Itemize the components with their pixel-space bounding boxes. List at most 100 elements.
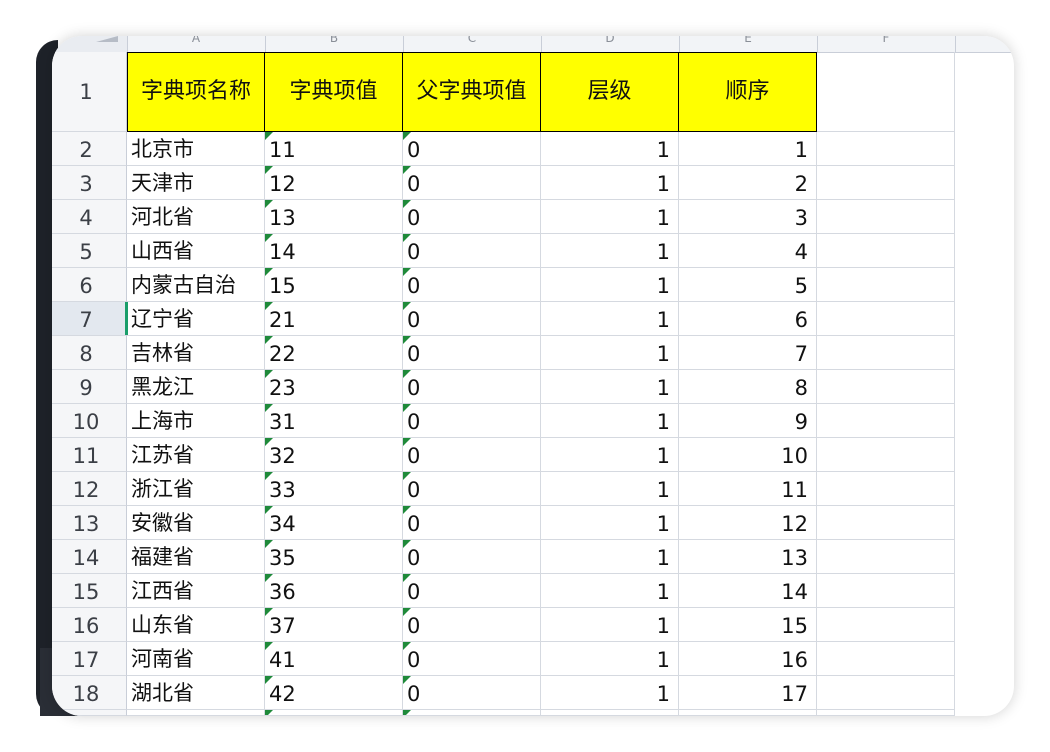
cell-value[interactable]: 37: [265, 608, 403, 642]
empty-cell[interactable]: [817, 234, 955, 268]
empty-cell[interactable]: [265, 710, 403, 716]
cell-parent-value[interactable]: 0: [403, 370, 541, 404]
empty-cell[interactable]: [817, 166, 955, 200]
header-cell-1[interactable]: 字典项名称: [127, 52, 265, 132]
cell-order[interactable]: 1: [679, 132, 817, 166]
cell-order[interactable]: 6: [679, 302, 817, 336]
cell-value[interactable]: 41: [265, 642, 403, 676]
row-header[interactable]: 10: [52, 404, 127, 438]
empty-cell[interactable]: [817, 642, 955, 676]
empty-cell[interactable]: [541, 710, 679, 716]
cell-name[interactable]: 福建省: [127, 540, 265, 574]
cell-level[interactable]: 1: [541, 506, 679, 540]
empty-cell[interactable]: [817, 132, 955, 166]
empty-cell[interactable]: [817, 200, 955, 234]
cell-order[interactable]: 10: [679, 438, 817, 472]
cell-value[interactable]: 31: [265, 404, 403, 438]
cell-name[interactable]: 安徽省: [127, 506, 265, 540]
row-header[interactable]: 4: [52, 200, 127, 234]
cell-name[interactable]: 湖北省: [127, 676, 265, 710]
cell-parent-value[interactable]: 0: [403, 676, 541, 710]
cell-level[interactable]: 1: [541, 404, 679, 438]
row-header[interactable]: 8: [52, 336, 127, 370]
cell-level[interactable]: 1: [541, 642, 679, 676]
cell-order[interactable]: 5: [679, 268, 817, 302]
cell-name[interactable]: 河北省: [127, 200, 265, 234]
row-header[interactable]: 6: [52, 268, 127, 302]
header-cell-2[interactable]: 字典项值: [265, 52, 403, 132]
row-header[interactable]: 18: [52, 676, 127, 710]
cell-level[interactable]: 1: [541, 302, 679, 336]
column-header-a[interactable]: A: [127, 36, 266, 52]
cell-value[interactable]: 12: [265, 166, 403, 200]
cell-parent-value[interactable]: 0: [403, 438, 541, 472]
cell-parent-value[interactable]: 0: [403, 642, 541, 676]
empty-cell[interactable]: [817, 608, 955, 642]
empty-cell[interactable]: [817, 336, 955, 370]
cell-value[interactable]: 13: [265, 200, 403, 234]
cell-parent-value[interactable]: 0: [403, 608, 541, 642]
cell-parent-value[interactable]: 0: [403, 132, 541, 166]
cell-level[interactable]: 1: [541, 234, 679, 268]
empty-cell[interactable]: [403, 710, 541, 716]
cell-order[interactable]: 9: [679, 404, 817, 438]
column-header-d[interactable]: D: [541, 36, 680, 52]
cell-value[interactable]: 15: [265, 268, 403, 302]
cell-parent-value[interactable]: 0: [403, 506, 541, 540]
cell-name[interactable]: 天津市: [127, 166, 265, 200]
select-all-corner[interactable]: [52, 36, 128, 52]
row-header[interactable]: 9: [52, 370, 127, 404]
header-cell-3[interactable]: 父字典项值: [403, 52, 541, 132]
empty-cell[interactable]: [817, 676, 955, 710]
cell-order[interactable]: 15: [679, 608, 817, 642]
cell-level[interactable]: 1: [541, 166, 679, 200]
cell-parent-value[interactable]: 0: [403, 472, 541, 506]
cell-name[interactable]: 河南省: [127, 642, 265, 676]
cell-name[interactable]: 黑龙江: [127, 370, 265, 404]
cell-level[interactable]: 1: [541, 336, 679, 370]
header-cell-4[interactable]: 层级: [541, 52, 679, 132]
column-header-f[interactable]: F: [817, 36, 956, 52]
cell-name[interactable]: 山东省: [127, 608, 265, 642]
empty-cell[interactable]: [679, 710, 817, 716]
cell-parent-value[interactable]: 0: [403, 540, 541, 574]
cell-value[interactable]: 22: [265, 336, 403, 370]
cell-order[interactable]: 7: [679, 336, 817, 370]
cell-order[interactable]: 12: [679, 506, 817, 540]
cell-name[interactable]: 吉林省: [127, 336, 265, 370]
cell-order[interactable]: 16: [679, 642, 817, 676]
row-header[interactable]: 15: [52, 574, 127, 608]
cell-level[interactable]: 1: [541, 438, 679, 472]
cell-order[interactable]: 17: [679, 676, 817, 710]
cell-level[interactable]: 1: [541, 540, 679, 574]
empty-cell[interactable]: [127, 710, 265, 716]
cell-value[interactable]: 34: [265, 506, 403, 540]
column-header-c[interactable]: C: [403, 36, 542, 52]
row-header[interactable]: 16: [52, 608, 127, 642]
cell-value[interactable]: 21: [265, 302, 403, 336]
cell-level[interactable]: 1: [541, 370, 679, 404]
cell-value[interactable]: 42: [265, 676, 403, 710]
cell-name[interactable]: 江西省: [127, 574, 265, 608]
empty-cell[interactable]: [817, 540, 955, 574]
cell-level[interactable]: 1: [541, 472, 679, 506]
empty-cell[interactable]: [817, 404, 955, 438]
cell-value[interactable]: 33: [265, 472, 403, 506]
empty-cell[interactable]: [817, 438, 955, 472]
cell-level[interactable]: 1: [541, 676, 679, 710]
empty-cell[interactable]: [817, 472, 955, 506]
cell-parent-value[interactable]: 0: [403, 574, 541, 608]
cell-order[interactable]: 13: [679, 540, 817, 574]
cell-name[interactable]: 山西省: [127, 234, 265, 268]
empty-cell[interactable]: [817, 52, 955, 132]
cell-parent-value[interactable]: 0: [403, 302, 541, 336]
cell-name[interactable]: 内蒙古自治: [127, 268, 265, 302]
cell-value[interactable]: 11: [265, 132, 403, 166]
empty-cell[interactable]: [817, 268, 955, 302]
row-header-1[interactable]: 1: [52, 52, 127, 132]
empty-cell[interactable]: [817, 370, 955, 404]
cell-parent-value[interactable]: 0: [403, 234, 541, 268]
cell-value[interactable]: 32: [265, 438, 403, 472]
cell-level[interactable]: 1: [541, 200, 679, 234]
cell-order[interactable]: 3: [679, 200, 817, 234]
